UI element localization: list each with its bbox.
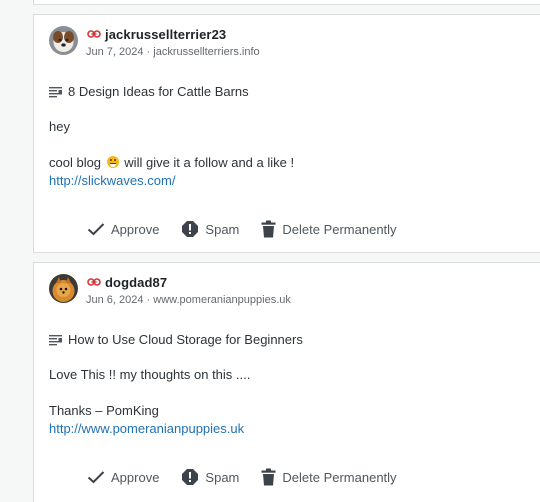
comment-card: dogdad87 Jun 6, 2024 · www.pomeranianpup… bbox=[33, 262, 540, 502]
comment-date[interactable]: Jun 6, 2024 bbox=[86, 294, 144, 306]
approve-button[interactable]: Approve bbox=[87, 222, 159, 237]
left-gutter bbox=[0, 0, 33, 502]
post-icon bbox=[49, 334, 62, 345]
approve-label: Approve bbox=[111, 469, 160, 485]
comment-link[interactable]: http://www.pomeranianpuppies.uk bbox=[49, 421, 244, 436]
comment-text: Thanks – PomKing bbox=[49, 403, 159, 418]
comment-author-name[interactable]: dogdad87 bbox=[105, 275, 167, 290]
trash-icon bbox=[261, 468, 276, 486]
post-icon bbox=[49, 86, 62, 97]
comment-text: hey bbox=[49, 119, 70, 134]
comment-post-row: How to Use Cloud Storage for Beginners bbox=[49, 332, 303, 347]
spam-label: Spam bbox=[205, 469, 240, 485]
comment-author-row: jackrussellterrier23 bbox=[87, 25, 226, 43]
comment-post-title[interactable]: 8 Design Ideas for Cattle Barns bbox=[68, 84, 249, 99]
link-icon bbox=[87, 278, 101, 286]
meta-separator: · bbox=[143, 46, 154, 58]
comment-author-row: dogdad87 bbox=[87, 273, 167, 291]
comment-author-site[interactable]: jackrussellterriers.info bbox=[153, 46, 259, 58]
spam-button[interactable]: Spam bbox=[181, 468, 239, 486]
comment-text-part: will give it a follow and a like ! bbox=[124, 155, 295, 170]
comment-link[interactable]: http://slickwaves.com/ bbox=[49, 173, 175, 188]
comment-meta: Jun 6, 2024 · www.pomeranianpuppies.uk bbox=[86, 294, 291, 306]
comment-actions: Approve Spam Delete Permanently bbox=[87, 220, 419, 238]
approve-button[interactable]: Approve bbox=[87, 470, 159, 485]
spam-icon bbox=[182, 221, 199, 237]
approve-label: Approve bbox=[111, 221, 160, 237]
delete-permanently-button[interactable]: Delete Permanently bbox=[261, 468, 397, 486]
delete-permanently-label: Delete Permanently bbox=[282, 469, 397, 485]
link-icon bbox=[87, 30, 101, 38]
comment-text: cool blog will give it a follow and a li… bbox=[49, 154, 294, 172]
checkmark-icon bbox=[87, 471, 105, 484]
comment-actions: Approve Spam Delete Permanently bbox=[87, 468, 419, 486]
comment-card: jackrussellterrier23 Jun 7, 2024 · jackr… bbox=[33, 14, 540, 253]
comment-date[interactable]: Jun 7, 2024 bbox=[86, 46, 144, 58]
comment-content: Love This !! my thoughts on this .... Th… bbox=[49, 366, 250, 438]
grinning-emoji-icon bbox=[106, 156, 119, 168]
spam-button[interactable]: Spam bbox=[181, 220, 239, 238]
comment-text: Love This !! my thoughts on this .... bbox=[49, 367, 251, 382]
comment-meta: Jun 7, 2024 · jackrussellterriers.info bbox=[86, 46, 260, 58]
previous-comment-card-edge bbox=[33, 0, 540, 5]
delete-permanently-button[interactable]: Delete Permanently bbox=[261, 220, 397, 238]
comment-post-title[interactable]: How to Use Cloud Storage for Beginners bbox=[68, 332, 303, 347]
spam-label: Spam bbox=[205, 221, 240, 237]
checkmark-icon bbox=[87, 223, 105, 236]
comment-author-name[interactable]: jackrussellterrier23 bbox=[105, 27, 226, 42]
spam-icon bbox=[182, 469, 199, 485]
avatar bbox=[49, 26, 78, 55]
comment-text-part: cool blog bbox=[49, 155, 102, 170]
comment-content: hey cool blog will give it a follow and … bbox=[49, 118, 294, 190]
avatar bbox=[49, 274, 78, 303]
delete-permanently-label: Delete Permanently bbox=[282, 221, 397, 237]
comment-author-site[interactable]: www.pomeranianpuppies.uk bbox=[153, 294, 291, 306]
comment-post-row: 8 Design Ideas for Cattle Barns bbox=[49, 84, 249, 99]
trash-icon bbox=[261, 220, 276, 238]
meta-separator: · bbox=[143, 294, 154, 306]
